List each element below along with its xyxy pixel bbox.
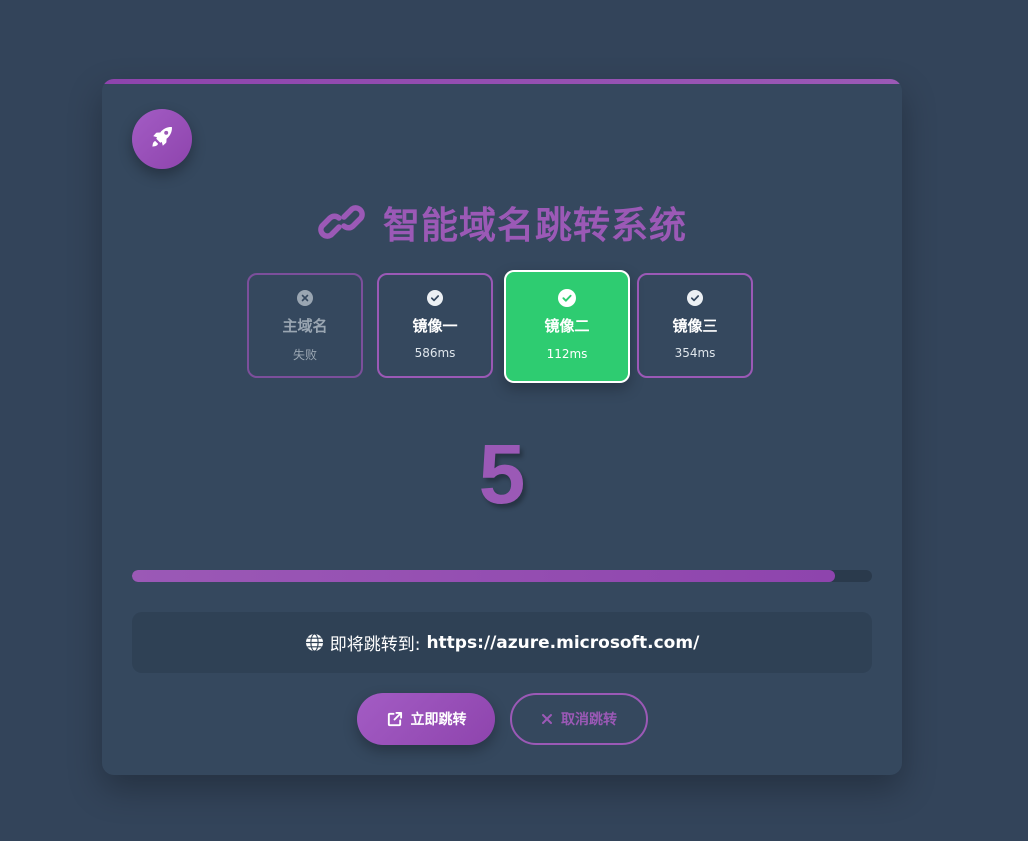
close-icon (541, 713, 553, 725)
target-url[interactable]: https://azure.microsoft.com/ (426, 633, 699, 653)
check-circle-icon (427, 290, 443, 306)
mirror-card-main[interactable]: 主域名 失败 (247, 273, 363, 378)
mirror-latency: 586ms (414, 346, 456, 360)
title-text: 智能域名跳转系统 (383, 204, 687, 247)
logo-badge (132, 109, 192, 169)
mirror-name: 镜像一 (412, 317, 458, 335)
target-label: 即将跳转到: (329, 635, 421, 655)
check-circle-icon (558, 289, 576, 307)
x-circle-icon (297, 290, 313, 306)
redirect-now-button[interactable]: 立即跳转 (357, 693, 495, 745)
redirect-now-label: 立即跳转 (410, 712, 467, 728)
progress-fill (132, 570, 835, 582)
rocket-icon (148, 123, 176, 155)
mirror-name: 主域名 (282, 317, 328, 335)
redirect-target: 即将跳转到: https://azure.microsoft.com/ (132, 612, 872, 673)
cancel-redirect-button[interactable]: 取消跳转 (510, 693, 648, 745)
mirror-latency: 354ms (674, 346, 716, 360)
cancel-redirect-label: 取消跳转 (561, 712, 617, 728)
countdown-number: 5 (478, 427, 526, 521)
mirror-card-1[interactable]: 镜像一 586ms (377, 273, 493, 378)
mirror-name: 镜像三 (672, 317, 718, 335)
external-link-icon (386, 711, 403, 728)
link-icon (317, 202, 367, 242)
redirect-card: 智能域名跳转系统 主域名 失败 镜像一 586ms 镜像二 112ms 镜像三 … (102, 79, 902, 775)
mirror-status: 失败 (292, 348, 317, 362)
card-accent-bar (102, 79, 902, 84)
progress-bar (132, 570, 872, 582)
mirror-latency: 112ms (546, 347, 588, 361)
page-title: 智能域名跳转系统 (102, 197, 902, 247)
mirror-card-3[interactable]: 镜像三 354ms (637, 273, 753, 378)
mirror-card-2[interactable]: 镜像二 112ms (504, 270, 630, 383)
globe-icon (305, 633, 324, 652)
mirror-name: 镜像二 (544, 317, 590, 335)
mirror-list: 主域名 失败 镜像一 586ms 镜像二 112ms 镜像三 354ms (247, 270, 759, 383)
check-circle-icon (687, 290, 703, 306)
